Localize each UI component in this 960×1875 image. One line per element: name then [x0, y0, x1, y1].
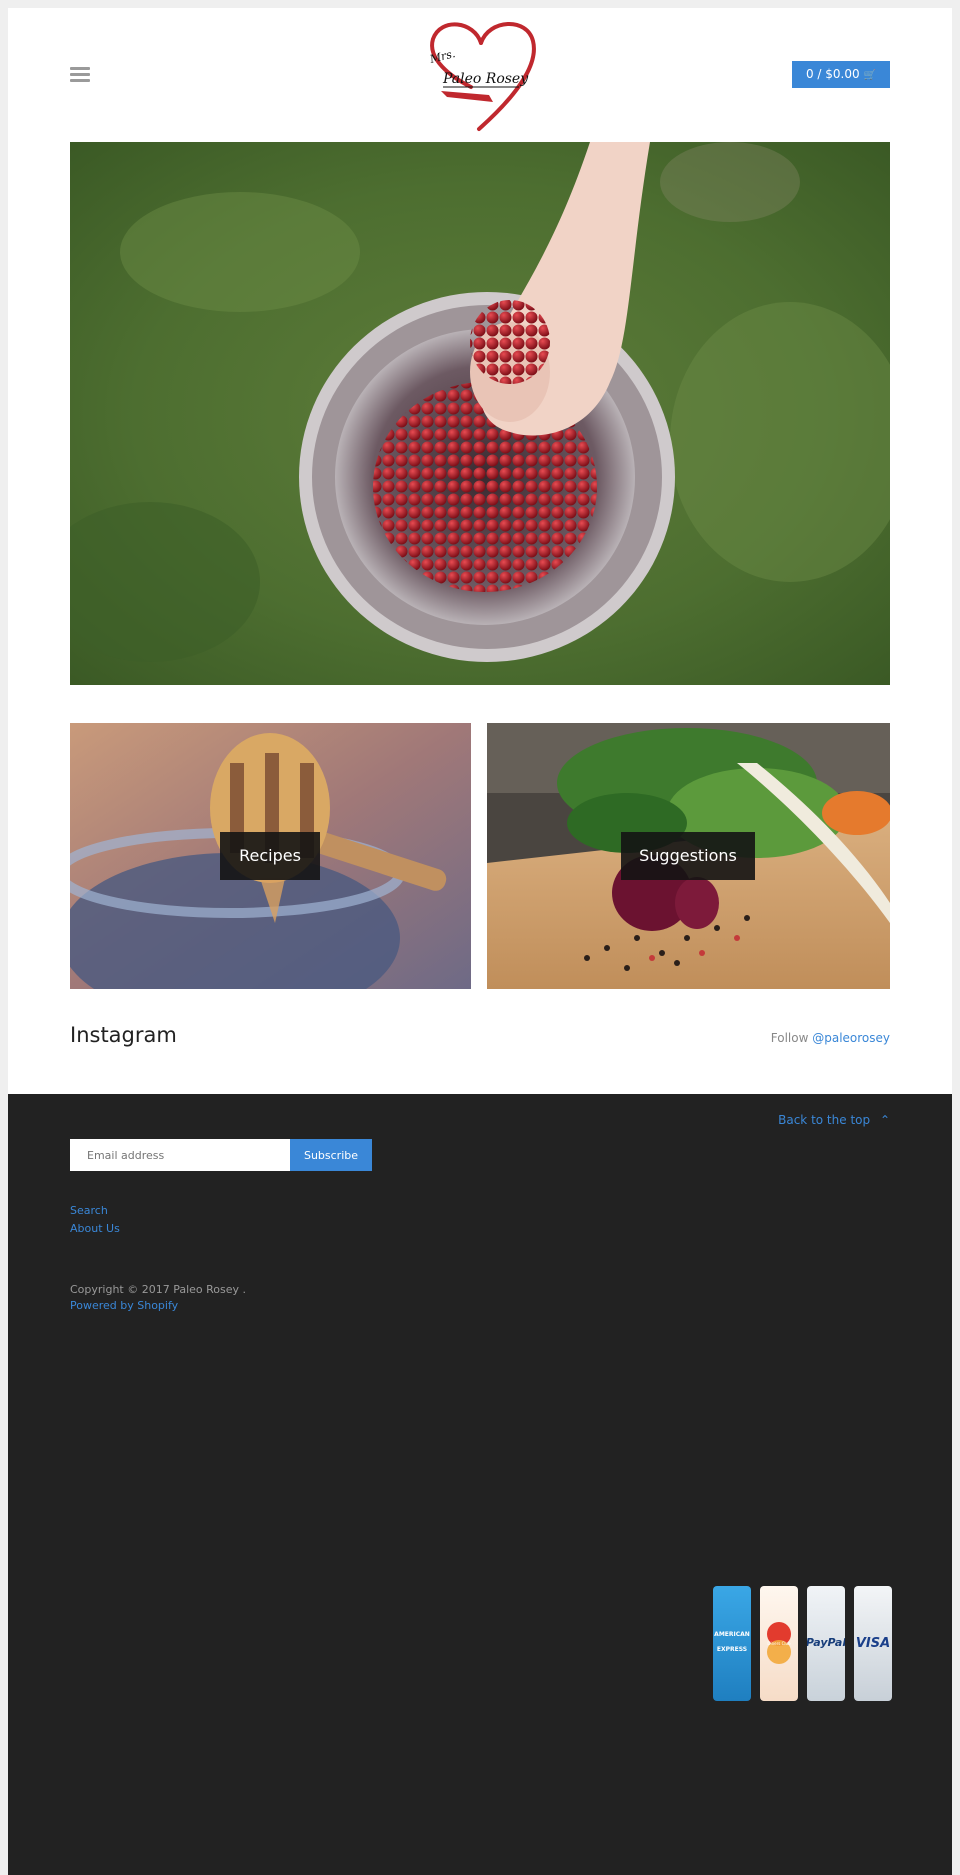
collection-label-recipes: Recipes: [220, 832, 320, 880]
instagram-handle-link[interactable]: @paleorosey: [812, 1031, 890, 1045]
email-input[interactable]: [70, 1139, 290, 1171]
follow-prefix: Follow: [770, 1031, 809, 1045]
svg-text:EXPRESS: EXPRESS: [717, 1646, 747, 1653]
collection-recipes[interactable]: Recipes: [70, 723, 471, 989]
cart-button[interactable]: 0 / $0.00 🛒: [792, 61, 890, 88]
hero-image: [70, 142, 890, 685]
menu-icon[interactable]: [70, 67, 90, 83]
instagram-follow: Follow @paleorosey: [771, 1031, 890, 1045]
diners-club-icon: Diners Club: [760, 1586, 798, 1701]
back-to-top-label: Back to the top: [778, 1113, 871, 1127]
visa-icon: VISA: [854, 1586, 892, 1701]
instagram-title: Instagram: [70, 1023, 177, 1047]
cart-label: 0 / $0.00: [805, 67, 860, 81]
site-footer: Back to the top ⌃ Subscribe Search About…: [8, 1094, 952, 1875]
back-to-top-link[interactable]: Back to the top ⌃: [778, 1113, 890, 1127]
newsletter-form: Subscribe: [70, 1139, 372, 1171]
collection-suggestions[interactable]: Suggestions: [487, 723, 890, 989]
svg-text:AMERICAN: AMERICAN: [714, 1631, 750, 1638]
cart-icon: 🛒: [863, 70, 877, 81]
powered-by-link[interactable]: Powered by Shopify: [70, 1299, 178, 1312]
amex-icon: AMERICAN EXPRESS: [713, 1586, 751, 1701]
logo[interactable]: Mrs. Paleo Rosey: [419, 15, 549, 133]
svg-text:PayPal: PayPal: [807, 1636, 845, 1649]
chevron-up-icon: ⌃: [879, 1113, 890, 1127]
subscribe-button[interactable]: Subscribe: [290, 1139, 372, 1171]
footer-link-search[interactable]: Search: [70, 1202, 120, 1220]
footer-link-about-us[interactable]: About Us: [70, 1220, 120, 1238]
copyright: Copyright © 2017 Paleo Rosey . Powered b…: [70, 1282, 246, 1314]
footer-links: Search About Us: [70, 1202, 120, 1238]
svg-text:VISA: VISA: [856, 1636, 890, 1651]
collection-label-suggestions: Suggestions: [621, 832, 755, 880]
svg-text:Diners Club: Diners Club: [767, 1641, 791, 1646]
copyright-text: Copyright © 2017 Paleo Rosey .: [70, 1283, 247, 1296]
site-header: Mrs. Paleo Rosey 0 / $0.00 🛒: [8, 8, 952, 134]
page: Mrs. Paleo Rosey 0 / $0.00 🛒 Recipes Sug…: [8, 8, 952, 1875]
paypal-icon: PayPal: [807, 1586, 845, 1701]
logo-name: Paleo Rosey: [442, 71, 529, 87]
